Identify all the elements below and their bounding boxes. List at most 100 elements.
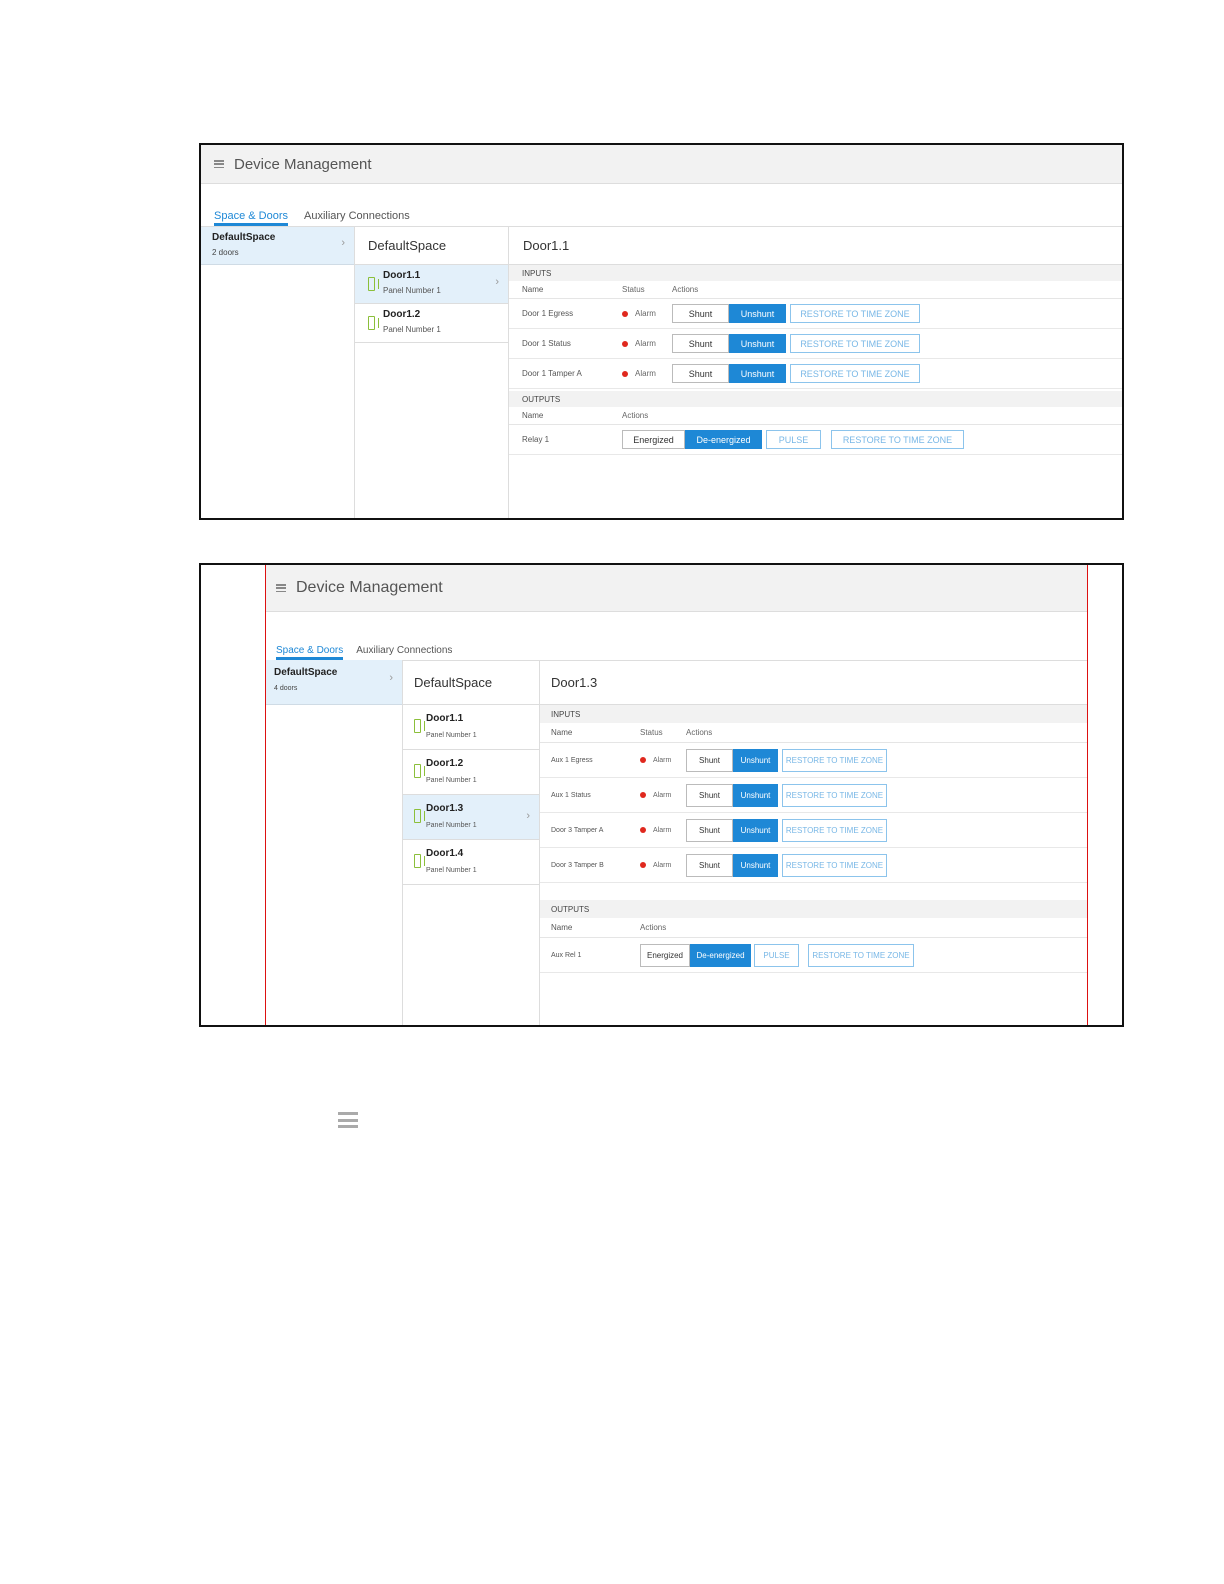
tab-auxiliary-connections[interactable]: Auxiliary Connections	[356, 645, 452, 660]
space-door-count: 2 doors	[212, 248, 239, 257]
input-row: Door 3 Tamper B Alarm Shunt Unshunt REST…	[540, 848, 1087, 883]
door-icon	[368, 316, 379, 330]
inputs-section-label: INPUTS	[540, 705, 1087, 723]
input-name: Door 1 Tamper A	[522, 369, 582, 378]
space-item-defaultspace[interactable]: DefaultSpace 4 doors ›	[266, 660, 402, 705]
restore-time-zone-button[interactable]: RESTORE TO TIME ZONE	[808, 943, 914, 967]
input-name: Door 1 Status	[522, 339, 571, 348]
door-list-title: DefaultSpace	[403, 660, 539, 705]
chevron-right-icon: ›	[526, 810, 530, 822]
col-name-header: Name	[522, 411, 544, 420]
alarm-dot-icon	[622, 370, 628, 377]
tab-space-doors[interactable]: Space & Doors	[214, 210, 288, 226]
restore-time-zone-button[interactable]: RESTORE TO TIME ZONE	[790, 304, 920, 323]
col-actions-header: Actions	[686, 728, 713, 737]
input-status: Alarm	[622, 339, 672, 348]
content-columns: DefaultSpace 4 doors › DefaultSpace Door…	[266, 660, 1087, 1025]
space-list: DefaultSpace 2 doors ›	[201, 227, 355, 518]
energized-button[interactable]: Energized	[640, 943, 690, 967]
output-row: Relay 1 Energized De-energized PULSE RES…	[509, 425, 1122, 455]
inputs-header: Name Status Actions	[509, 281, 1122, 299]
door-name: Door1.4	[426, 848, 464, 859]
door-panel: Panel Number 1	[426, 867, 477, 874]
space-item-defaultspace[interactable]: DefaultSpace 2 doors ›	[201, 227, 354, 265]
title-bar: Device Management	[266, 565, 1087, 612]
unshunt-button[interactable]: Unshunt	[733, 783, 778, 807]
input-status: Alarm	[640, 827, 686, 834]
door-item-1[interactable]: Door1.1 Panel Number 1 ›	[355, 265, 508, 304]
screenshot-frame-2: Device Management Space & Doors Auxiliar…	[199, 563, 1124, 1027]
shunt-button[interactable]: Shunt	[686, 783, 733, 807]
door-icon	[414, 719, 425, 733]
alarm-dot-icon	[640, 792, 646, 798]
outputs-section-label: OUTPUTS	[509, 391, 1122, 407]
shunt-button[interactable]: Shunt	[686, 853, 733, 877]
content-columns: DefaultSpace 2 doors › DefaultSpace Door…	[201, 227, 1122, 518]
unshunt-button[interactable]: Unshunt	[729, 364, 786, 383]
door-list: DefaultSpace Door1.1 Panel Number 1 Door…	[403, 660, 540, 1025]
col-status-header: Status	[640, 728, 663, 737]
restore-time-zone-button[interactable]: RESTORE TO TIME ZONE	[782, 818, 887, 842]
shunt-button[interactable]: Shunt	[686, 818, 733, 842]
restore-time-zone-button[interactable]: RESTORE TO TIME ZONE	[790, 334, 920, 353]
restore-time-zone-button[interactable]: RESTORE TO TIME ZONE	[782, 783, 887, 807]
door-detail: Door1.1 INPUTS Name Status Actions Door …	[509, 227, 1122, 518]
hamburger-menu-icon[interactable]	[214, 160, 224, 168]
shunt-button[interactable]: Shunt	[672, 304, 729, 323]
door-icon	[368, 277, 379, 291]
de-energized-button[interactable]: De-energized	[685, 430, 762, 449]
restore-time-zone-button[interactable]: RESTORE TO TIME ZONE	[782, 853, 887, 877]
alarm-dot-icon	[622, 310, 628, 317]
shunt-button[interactable]: Shunt	[672, 364, 729, 383]
energized-button[interactable]: Energized	[622, 430, 685, 449]
inputs-header: Name Status Actions	[540, 723, 1087, 743]
pulse-button[interactable]: PULSE	[766, 430, 821, 449]
input-name: Door 3 Tamper B	[551, 861, 604, 869]
tab-bar: Space & Doors Auxiliary Connections	[201, 184, 1122, 227]
col-name-header: Name	[522, 285, 544, 294]
hamburger-menu-icon[interactable]	[276, 584, 286, 592]
door-name: Door1.1	[426, 713, 464, 724]
door-item-3[interactable]: Door1.3 Panel Number 1 ›	[403, 795, 539, 840]
alarm-dot-icon	[640, 827, 646, 833]
unshunt-button[interactable]: Unshunt	[729, 304, 786, 323]
chevron-right-icon: ›	[495, 276, 499, 288]
door-item-2[interactable]: Door1.2 Panel Number 1	[403, 750, 539, 795]
space-name: DefaultSpace	[212, 232, 276, 243]
space-list: DefaultSpace 4 doors ›	[266, 660, 403, 1025]
input-row: Aux 1 Status Alarm Shunt Unshunt RESTORE…	[540, 778, 1087, 813]
status-text: Alarm	[653, 826, 672, 834]
shunt-button[interactable]: Shunt	[672, 334, 729, 353]
input-row: Door 1 Egress Alarm Shunt Unshunt RESTOR…	[509, 299, 1122, 329]
door-item-1[interactable]: Door1.1 Panel Number 1	[403, 705, 539, 750]
de-energized-button[interactable]: De-energized	[690, 943, 751, 967]
door-name: Door1.1	[383, 270, 421, 281]
device-management-app: Device Management Space & Doors Auxiliar…	[201, 145, 1122, 518]
col-name-header: Name	[551, 923, 573, 932]
restore-time-zone-button[interactable]: RESTORE TO TIME ZONE	[831, 430, 964, 449]
unshunt-button[interactable]: Unshunt	[733, 748, 778, 772]
door-icon	[414, 809, 425, 823]
door-icon	[414, 764, 425, 778]
tab-space-doors[interactable]: Space & Doors	[276, 645, 344, 660]
status-text: Alarm	[635, 309, 656, 318]
unshunt-button[interactable]: Unshunt	[729, 334, 786, 353]
input-name: Door 1 Egress	[522, 309, 574, 318]
restore-time-zone-button[interactable]: RESTORE TO TIME ZONE	[790, 364, 920, 383]
door-item-4[interactable]: Door1.4 Panel Number 1	[403, 840, 539, 885]
alarm-dot-icon	[622, 340, 628, 347]
input-status: Alarm	[622, 369, 672, 378]
output-name: Relay 1	[522, 435, 550, 444]
unshunt-button[interactable]: Unshunt	[733, 853, 778, 877]
door-panel: Panel Number 1	[426, 777, 477, 784]
pulse-button[interactable]: PULSE	[754, 943, 799, 967]
unshunt-button[interactable]: Unshunt	[733, 818, 778, 842]
screenshot-frame-1: Device Management Space & Doors Auxiliar…	[199, 143, 1124, 520]
door-item-2[interactable]: Door1.2 Panel Number 1	[355, 304, 508, 343]
restore-time-zone-button[interactable]: RESTORE TO TIME ZONE	[782, 748, 887, 772]
page-title: Device Management	[296, 579, 443, 596]
chevron-right-icon: ›	[389, 672, 393, 684]
tab-auxiliary-connections[interactable]: Auxiliary Connections	[304, 210, 410, 226]
shunt-button[interactable]: Shunt	[686, 748, 733, 772]
